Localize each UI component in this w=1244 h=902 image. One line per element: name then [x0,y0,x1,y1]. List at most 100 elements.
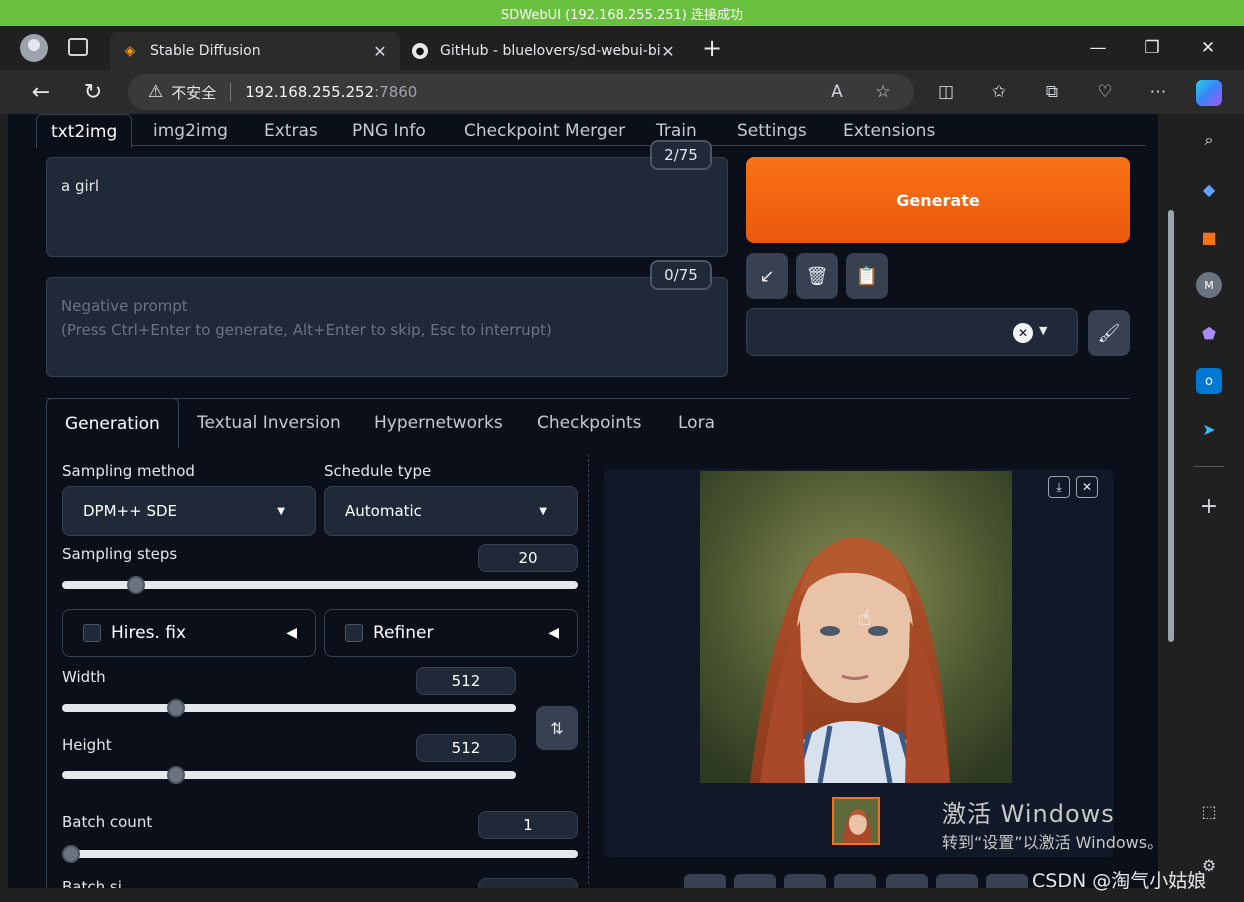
activate-windows-title: 激活 Windows [942,800,1115,828]
hires-fix-label: Hires. fix [111,623,187,643]
schedule-type-select[interactable]: Automatic ▼ [324,486,578,536]
tab-checkpoint-merger[interactable]: Checkpoint Merger [460,114,629,148]
height-knob[interactable] [166,766,185,784]
shopping-tag-icon[interactable]: ◆ [1196,176,1222,202]
address-bar[interactable]: ⚠ 不安全 192.168.255.252 :7860 [128,74,914,110]
activate-windows-subtitle: 转到“设置”以激活 Windows。 [942,833,1164,852]
edit-styles-brush-icon[interactable]: 🖌 [1088,310,1130,356]
security-label: 不安全 [171,83,217,102]
close-tab-icon[interactable]: ✕ [372,42,388,61]
back-icon[interactable]: ← [26,78,56,106]
output-action-button[interactable] [834,874,876,888]
chevron-down-icon: ▼ [539,505,547,517]
profile-avatar[interactable] [20,34,48,62]
output-action-button[interactable] [886,874,928,888]
batch-count-knob[interactable] [62,845,80,863]
refiner-accordion[interactable]: Refiner ◀ [324,609,578,657]
tab-lora[interactable]: Lora [678,398,715,448]
hires-fix-checkbox[interactable] [83,624,101,642]
output-action-button[interactable] [936,874,978,888]
favorites-icon[interactable]: ✩ [987,80,1011,104]
browser-tab-stable-diffusion[interactable]: ◈ Stable Diffusion ✕ [110,32,400,70]
copilot-sidebar-icon[interactable]: ⬟ [1196,320,1222,346]
swap-dimensions-icon[interactable]: ⇅ [536,706,578,750]
batch-count-input[interactable]: 1 [478,811,578,839]
chevron-down-icon: ▼ [1039,324,1048,337]
webui-page: txt2img img2img Extras PNG Info Checkpoi… [8,114,1158,888]
tab-generation[interactable]: Generation [46,398,179,448]
generate-button[interactable]: Generate [746,157,1130,243]
width-input[interactable]: 512 [416,667,516,695]
width-label: Width [62,668,106,686]
negative-prompt-textarea[interactable]: Negative prompt (Press Ctrl+Enter to gen… [46,277,728,377]
triangle-left-icon: ◀ [548,625,559,641]
refiner-checkbox[interactable] [345,624,363,642]
screenshot-icon[interactable]: ⬚ [1196,798,1222,824]
search-icon[interactable]: ⌕ [1196,127,1222,153]
output-action-button[interactable] [986,874,1028,888]
download-icon[interactable]: ⤓ [1048,476,1070,498]
minimize-icon[interactable]: — [1078,34,1118,62]
scrollbar-thumb[interactable] [1168,210,1174,642]
stable-diffusion-favicon-icon: ◈ [124,43,136,59]
tab-img2img[interactable]: img2img [149,114,232,148]
width-knob[interactable] [166,699,185,717]
divider [230,83,232,101]
warning-icon: ⚠ [148,82,164,102]
tab-textual-inversion[interactable]: Textual Inversion [197,398,341,448]
m365-icon[interactable]: M [1196,272,1222,298]
tab-settings[interactable]: Settings [733,114,811,148]
url-host: 192.168.255.252 [245,83,375,101]
restore-icon[interactable]: ❐ [1132,34,1172,62]
outlook-icon[interactable]: o [1196,368,1222,394]
width-slider[interactable] [62,704,516,712]
sampling-steps-input[interactable]: 20 [478,544,578,572]
tab-txt2img[interactable]: txt2img [36,114,133,148]
github-favicon-icon: ● [412,43,428,59]
batch-count-slider[interactable] [62,850,578,858]
page-scrollbar[interactable] [1160,114,1176,888]
batch-size-input[interactable] [478,878,578,888]
output-action-button[interactable] [734,874,776,888]
favorite-star-icon[interactable]: ☆ [871,80,895,104]
browser-essentials-icon[interactable]: ♡ [1093,80,1117,104]
trash-icon[interactable]: 🗑 [796,253,838,299]
close-window-icon[interactable]: ✕ [1188,34,1228,62]
collections-icon[interactable]: ⧉ [1040,80,1064,104]
browser-tab-github[interactable]: ● GitHub - bluelovers/sd-webui-bi ✕ [400,32,688,70]
output-action-button[interactable] [784,874,826,888]
generated-image[interactable] [700,471,1012,783]
tab-hypernetworks[interactable]: Hypernetworks [374,398,503,448]
refresh-icon[interactable]: ↻ [78,78,108,106]
tab-actions-icon[interactable] [68,38,88,56]
output-action-button[interactable] [684,874,726,888]
tab-checkpoints[interactable]: Checkpoints [537,398,642,448]
add-sidebar-icon[interactable]: + [1196,493,1222,519]
send-icon[interactable]: ➤ [1196,416,1222,442]
prompt-textarea[interactable]: a girl [46,157,728,257]
styles-dropdown[interactable]: ✕ ▼ [746,308,1078,356]
clipboard-icon[interactable]: 📋 [846,253,888,299]
close-tab-icon[interactable]: ✕ [660,42,676,61]
split-screen-icon[interactable]: ◫ [934,80,958,104]
close-image-icon[interactable]: ✕ [1076,476,1098,498]
new-tab-icon[interactable]: + [692,34,732,62]
hires-fix-accordion[interactable]: Hires. fix ◀ [62,609,316,657]
clear-styles-icon[interactable]: ✕ [1013,323,1033,343]
prompt-text: a girl [61,177,99,195]
height-input[interactable]: 512 [416,734,516,762]
tab-extensions[interactable]: Extensions [839,114,939,148]
sampling-method-select[interactable]: DPM++ SDE ▼ [62,486,316,536]
tab-extras[interactable]: Extras [260,114,322,148]
copilot-icon[interactable] [1196,80,1222,106]
read-params-icon[interactable]: ↙ [746,253,788,299]
sampling-steps-knob[interactable] [126,576,145,594]
girl-portrait-image [700,471,1012,783]
sidebar-divider [1194,466,1224,467]
more-menu-icon[interactable]: ⋯ [1146,80,1170,104]
gallery-thumbnail[interactable] [832,797,880,845]
read-aloud-icon[interactable]: A [825,80,849,104]
tools-icon[interactable]: ■ [1196,224,1222,250]
tab-png-info[interactable]: PNG Info [348,114,430,148]
height-slider[interactable] [62,771,516,779]
